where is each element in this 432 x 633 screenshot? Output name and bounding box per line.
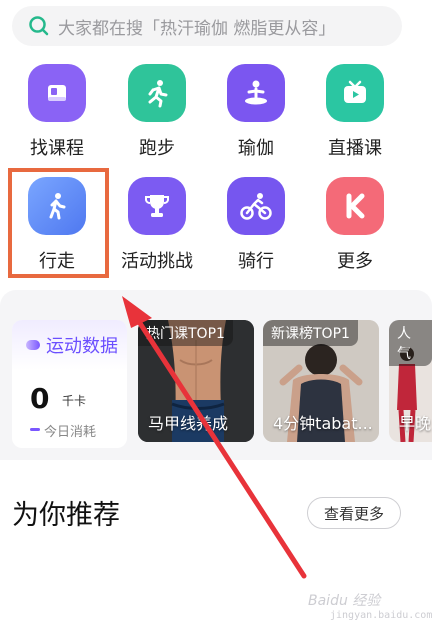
card-caption: 4分钟tabat...: [273, 414, 373, 433]
highlight-box: [8, 168, 109, 278]
search-placeholder: 大家都在搜「热汗瑜伽 燃脂更从容」: [58, 18, 336, 39]
exercise-stats-card[interactable]: 运动数据 0 千卡 今日消耗: [12, 320, 127, 448]
calorie-caption: 今日消耗: [44, 425, 97, 440]
calorie-value: 0: [30, 382, 50, 415]
card-tag: 热门课TOP1: [138, 320, 233, 346]
category-cycling[interactable]: 骑行: [208, 175, 304, 275]
yoga-meditation-icon: [227, 64, 285, 122]
course-card[interactable]: 热门课TOP1 马甲线养成: [138, 320, 254, 442]
search-bar[interactable]: 大家都在搜「热汗瑜伽 燃脂更从容」: [12, 6, 402, 46]
category-challenge[interactable]: 活动挑战: [109, 175, 205, 275]
category-label: 瑜伽: [238, 138, 274, 159]
card-tag: 新课榜TOP1: [263, 320, 358, 346]
course-card[interactable]: 新课榜TOP1 4分钟tabat...: [263, 320, 379, 442]
running-person-icon: [128, 64, 186, 122]
tv-live-icon: [326, 64, 384, 122]
category-label: 骑行: [238, 251, 274, 272]
category-label: 跑步: [139, 138, 175, 159]
watermark-logo: Baidu 经验: [308, 593, 381, 609]
stats-title: 运动数据: [46, 336, 118, 357]
category-running[interactable]: 跑步: [109, 62, 205, 162]
course-card[interactable]: 人气 早晚: [389, 320, 432, 442]
calorie-unit: 千卡: [62, 394, 87, 408]
view-more-button[interactable]: 查看更多: [307, 497, 401, 529]
category-find-course[interactable]: 找课程: [9, 62, 105, 162]
category-live[interactable]: 直播课: [307, 62, 403, 162]
stats-header: 运动数据: [12, 320, 127, 370]
card-caption: 早晚: [399, 414, 432, 433]
toggle-dot-icon: [26, 340, 40, 350]
more-k-icon: [326, 177, 384, 235]
search-icon: [29, 16, 49, 36]
watermark-url: jingyan.baidu.com: [330, 610, 432, 621]
course-book-icon: [28, 64, 86, 122]
category-label: 活动挑战: [121, 251, 193, 272]
category-more[interactable]: 更多: [307, 175, 403, 275]
dash-icon: [30, 428, 40, 431]
recommend-title: 为你推荐: [12, 500, 120, 531]
category-label: 直播课: [328, 138, 382, 159]
category-label: 找课程: [30, 138, 84, 159]
category-yoga[interactable]: 瑜伽: [208, 62, 304, 162]
card-caption: 马甲线养成: [148, 414, 229, 433]
card-tag: 人气: [389, 320, 432, 366]
cycling-icon: [227, 177, 285, 235]
category-label: 更多: [337, 251, 373, 272]
trophy-icon: [128, 177, 186, 235]
